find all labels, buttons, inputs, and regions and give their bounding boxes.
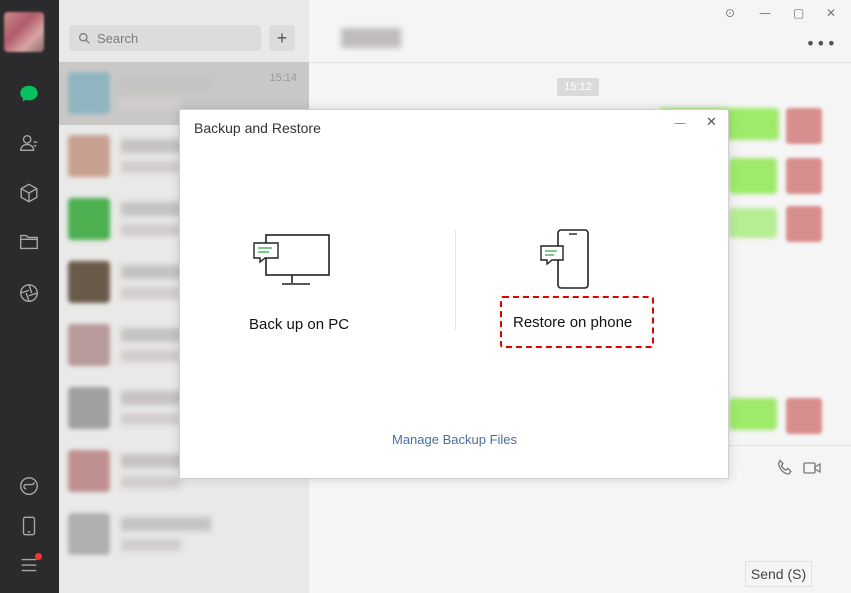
phone-icon[interactable] xyxy=(17,514,41,538)
chat-icon[interactable] xyxy=(17,82,41,106)
dialog-close-button[interactable]: ✕ xyxy=(706,115,717,130)
chat-preview xyxy=(121,224,181,236)
more-options-button[interactable]: ••• xyxy=(806,34,837,53)
minimize-window-button[interactable]: — xyxy=(759,6,771,20)
contacts-icon[interactable] xyxy=(17,131,41,155)
conversation-title xyxy=(341,28,401,48)
close-window-button[interactable]: ✕ xyxy=(826,6,836,20)
restore-on-phone-label: Restore on phone xyxy=(513,314,633,331)
files-folder-icon[interactable] xyxy=(17,230,41,254)
pin-window-icon[interactable]: ⊙ xyxy=(725,6,735,20)
chat-avatar xyxy=(68,72,110,114)
favorites-cube-icon[interactable] xyxy=(17,181,41,205)
options-divider xyxy=(455,230,456,330)
message-timestamp: 15:12 xyxy=(557,78,599,96)
sender-avatar xyxy=(786,398,822,434)
manage-backup-files-link[interactable]: Manage Backup Files xyxy=(392,432,517,447)
chat-avatar xyxy=(68,198,110,240)
user-avatar[interactable] xyxy=(4,12,44,52)
chat-name xyxy=(121,517,211,531)
sender-avatar xyxy=(786,108,822,144)
chat-avatar xyxy=(68,387,110,429)
moments-icon[interactable] xyxy=(17,281,41,305)
sender-avatar xyxy=(786,206,822,242)
chat-avatar xyxy=(68,135,110,177)
chat-avatar xyxy=(68,450,110,492)
notification-dot xyxy=(35,553,42,560)
header-divider xyxy=(309,62,851,63)
phone-chat-icon xyxy=(540,229,589,289)
dialog-title: Backup and Restore xyxy=(194,120,321,136)
search-box[interactable] xyxy=(69,25,261,51)
message-bubble[interactable] xyxy=(729,158,777,194)
backup-on-pc-option[interactable]: Back up on PC xyxy=(240,230,360,340)
add-chat-button[interactable]: + xyxy=(269,25,295,51)
miniprogram-icon[interactable] xyxy=(17,474,41,498)
maximize-window-button[interactable]: ▢ xyxy=(793,6,804,20)
chat-avatar xyxy=(68,513,110,555)
chat-avatar xyxy=(68,261,110,303)
message-bubble[interactable] xyxy=(729,398,777,430)
chat-list-item[interactable] xyxy=(59,503,309,566)
backup-restore-dialog: Backup and Restore — ✕ Back up on PC Res… xyxy=(179,109,729,479)
chat-time: 15:14 xyxy=(269,72,297,84)
chat-preview xyxy=(121,98,181,110)
video-call-icon[interactable] xyxy=(802,458,822,478)
nav-rail xyxy=(0,0,59,593)
send-button[interactable]: Send (S) xyxy=(745,561,812,587)
message-bubble[interactable] xyxy=(729,208,777,238)
chat-preview xyxy=(121,161,181,173)
monitor-chat-icon xyxy=(253,234,330,285)
chat-preview xyxy=(121,476,181,488)
voice-call-icon[interactable] xyxy=(775,458,795,478)
chat-preview xyxy=(121,413,181,425)
chat-name xyxy=(121,76,211,90)
chat-preview xyxy=(121,539,181,551)
chat-avatar xyxy=(68,324,110,366)
backup-on-pc-label: Back up on PC xyxy=(249,316,350,333)
search-input[interactable] xyxy=(97,30,257,46)
sender-avatar xyxy=(786,158,822,194)
chat-preview xyxy=(121,287,181,299)
chat-preview xyxy=(121,350,181,362)
dialog-minimize-button[interactable]: — xyxy=(674,116,686,130)
search-icon xyxy=(79,32,90,44)
